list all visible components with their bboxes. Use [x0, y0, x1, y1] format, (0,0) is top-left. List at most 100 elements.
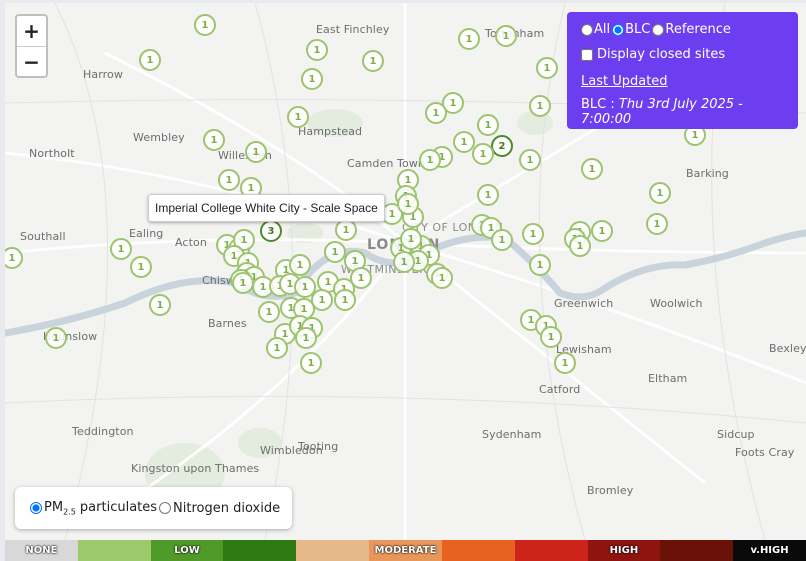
place-label: Sydenham — [482, 428, 542, 441]
place-label: Barking — [686, 167, 729, 180]
place-label: Eltham — [648, 372, 688, 385]
filter-blc-label: BLC — [625, 22, 651, 37]
sensor-marker[interactable]: 1 — [362, 50, 384, 72]
sensor-marker[interactable]: 1 — [232, 272, 254, 294]
legend-band: MODERATE — [369, 540, 442, 561]
place-label: Catford — [539, 383, 581, 396]
sensor-marker[interactable]: 1 — [245, 141, 267, 163]
place-label: Sidcup — [717, 428, 755, 441]
place-label: Wembley — [133, 131, 185, 144]
sensor-marker[interactable]: 1 — [477, 184, 499, 206]
sensor-marker[interactable]: 1 — [130, 256, 152, 278]
sensor-marker[interactable]: 1 — [495, 25, 517, 47]
legend-band — [223, 540, 297, 561]
air-quality-legend: NONE LOW MODERATE HIGH v.HIGH — [5, 540, 806, 561]
place-label: Ealing — [129, 227, 164, 240]
zoom-control: + − — [15, 14, 48, 78]
sensor-marker[interactable]: 1 — [258, 301, 280, 323]
sensor-marker[interactable]: 1 — [334, 289, 356, 311]
legend-band — [296, 540, 370, 561]
sensor-marker[interactable]: 1 — [149, 294, 171, 316]
place-label: Greenwich — [554, 297, 614, 310]
sensor-marker[interactable]: 1 — [569, 235, 591, 257]
pm25-radio[interactable] — [30, 502, 42, 514]
legend-band: LOW — [150, 540, 224, 561]
closed-sites-checkbox[interactable] — [581, 48, 593, 61]
filter-blc-radio[interactable] — [612, 23, 625, 36]
zoom-in-button[interactable]: + — [17, 16, 46, 46]
pollutant-selector: PM2.5 particulates Nitrogen dioxide — [15, 487, 292, 529]
zoom-out-button[interactable]: − — [17, 46, 46, 76]
legend-band — [514, 540, 588, 561]
place-label: Bexley — [769, 342, 806, 355]
filter-all-label: All — [594, 22, 611, 37]
place-label: Harrow — [83, 68, 123, 81]
network-filter: All BLC Reference — [581, 22, 784, 37]
no2-radio[interactable] — [159, 502, 172, 514]
sensor-marker[interactable]: 1 — [472, 143, 494, 165]
sensor-marker[interactable]: 3 — [260, 220, 282, 242]
sensor-marker[interactable]: 1 — [646, 213, 668, 235]
sensor-marker[interactable]: 1 — [300, 352, 322, 374]
sensor-marker[interactable]: 1 — [301, 68, 323, 90]
sensor-marker[interactable]: 1 — [266, 337, 288, 359]
sensor-marker[interactable]: 1 — [400, 228, 422, 250]
update-prefix: BLC : — [581, 97, 615, 112]
sensor-marker[interactable]: 1 — [335, 219, 357, 241]
sensor-marker[interactable]: 1 — [491, 229, 513, 251]
legend-band: v.HIGH — [733, 540, 806, 561]
sensor-marker[interactable]: 1 — [194, 14, 216, 36]
sensor-marker[interactable]: 1 — [554, 352, 576, 374]
sensor-marker[interactable]: 1 — [139, 49, 161, 71]
sensor-marker[interactable]: 1 — [458, 28, 480, 50]
sensor-marker[interactable]: 1 — [529, 254, 551, 276]
update-info: BLC : Thu 3rd July 2025 - 7:00:00 — [581, 97, 784, 127]
sensor-marker[interactable]: 1 — [519, 149, 541, 171]
sensor-marker[interactable]: 1 — [324, 241, 346, 263]
sensor-marker[interactable]: 1 — [287, 106, 309, 128]
sensor-marker[interactable]: 1 — [649, 182, 671, 204]
sensor-marker[interactable]: 1 — [306, 39, 328, 61]
filter-reference-radio[interactable] — [652, 23, 665, 36]
pm25-label-main: PM — [44, 499, 64, 515]
sensor-marker[interactable]: 1 — [419, 149, 441, 171]
place-label: Southall — [20, 230, 66, 243]
place-label: Woolwich — [650, 297, 703, 310]
legend-band — [77, 540, 151, 561]
place-label: Hampstead — [298, 125, 363, 138]
sensor-marker[interactable]: 1 — [110, 238, 132, 260]
place-label: Acton — [175, 236, 207, 249]
sensor-marker[interactable]: 1 — [522, 223, 544, 245]
place-label: Teddington — [72, 425, 134, 438]
sensor-marker[interactable]: 1 — [540, 326, 562, 348]
legend-band — [660, 540, 734, 561]
sensor-marker[interactable]: 1 — [529, 95, 551, 117]
place-label: East Finchley — [316, 23, 390, 36]
place-label: Northolt — [29, 147, 75, 160]
place-label: Camden Town — [347, 157, 426, 170]
filter-all-radio[interactable] — [581, 23, 593, 36]
sensor-marker[interactable]: 1 — [397, 193, 419, 215]
legend-band: HIGH — [587, 540, 661, 561]
sensor-marker[interactable]: 1 — [218, 169, 240, 191]
place-label: Kingston upon Thames — [131, 462, 260, 475]
place-label: Bromley — [587, 484, 634, 497]
sensor-marker[interactable]: 1 — [591, 220, 613, 242]
pm25-label: PM2.5 particulates — [44, 500, 157, 517]
sensor-marker[interactable]: 1 — [393, 251, 415, 273]
place-label: Foots Cray — [735, 446, 795, 459]
sensor-marker[interactable]: 1 — [536, 57, 558, 79]
sensor-marker[interactable]: 1 — [203, 129, 225, 151]
site-tooltip: Imperial College White City - Scale Spac… — [148, 194, 385, 222]
last-updated-link[interactable]: Last Updated — [581, 74, 668, 89]
sensor-marker[interactable]: 1 — [477, 114, 499, 136]
sensor-marker[interactable]: 2 — [491, 135, 513, 157]
legend-band — [441, 540, 515, 561]
no2-label: Nitrogen dioxide — [173, 500, 281, 516]
sensor-marker[interactable]: 1 — [45, 327, 67, 349]
sensor-marker[interactable]: 1 — [431, 267, 453, 289]
sensor-marker[interactable]: 1 — [581, 158, 603, 180]
legend-band: NONE — [5, 540, 78, 561]
sensor-marker[interactable]: 1 — [425, 102, 447, 124]
sensor-marker[interactable]: 1 — [295, 327, 317, 349]
